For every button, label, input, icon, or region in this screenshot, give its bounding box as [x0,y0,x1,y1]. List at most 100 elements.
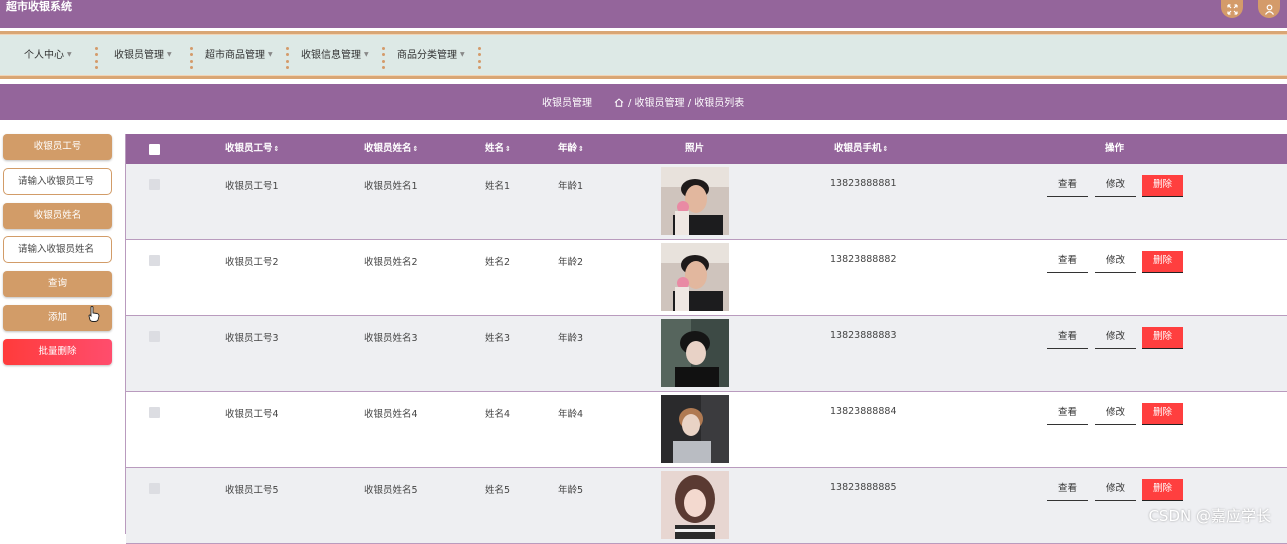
breadcrumb-bar: 收银员管理 / 收银员管理 / 收银员列表 [0,84,1287,120]
table-header: 收银员工号⇕ 收银员姓名⇕ 姓名⇕ 年龄⇕ 照片 收银员手机⇕ 操作 [126,134,1287,164]
row-checkbox[interactable] [149,179,160,190]
nav-item-product-management[interactable]: 超市商品管理▼ [205,35,273,75]
column-header-cashier-name[interactable]: 收银员姓名⇕ [364,134,418,164]
batch-delete-button[interactable]: 批量删除 [3,339,112,365]
select-all-checkbox[interactable] [149,144,160,155]
cell-age: 年龄2 [558,254,583,268]
edit-button[interactable]: 修改 [1095,251,1136,273]
cashier-photo [661,395,729,463]
mouse-cursor-icon [88,306,100,325]
nav-separator [477,47,481,69]
cell-name: 姓名4 [485,406,510,420]
expand-icon[interactable] [1221,0,1243,18]
cell-phone: 13823888881 [830,178,897,189]
nav-item-label: 超市商品管理 [205,50,265,61]
sort-icon[interactable]: ⇕ [883,145,889,153]
edit-button[interactable]: 修改 [1095,175,1136,197]
cell-cashier-id: 收银员工号2 [225,254,279,268]
cashier-photo [661,471,729,539]
view-button[interactable]: 查看 [1047,403,1088,425]
cell-cashier-id: 收银员工号3 [225,330,279,344]
chevron-down-icon: ▼ [268,51,273,58]
cell-age: 年龄1 [558,178,583,192]
cell-name: 姓名5 [485,482,510,496]
cashier-id-input[interactable] [3,168,112,195]
cell-phone: 13823888883 [830,330,897,341]
page-title: 收银员管理 [542,84,592,124]
view-button[interactable]: 查看 [1047,175,1088,197]
sort-icon[interactable]: ⇕ [413,145,419,153]
view-button[interactable]: 查看 [1047,327,1088,349]
column-header-phone[interactable]: 收银员手机⇕ [834,134,888,164]
top-nav: 个人中心▼ 收银员管理▼ 超市商品管理▼ 收银信息管理▼ 商品分类管理▼ [0,31,1287,79]
delete-button[interactable]: 删除 [1142,327,1183,349]
table-row: 收银员工号1 收银员姓名1 姓名1 年龄1 13823888881 查看 修改 … [126,164,1287,240]
cell-age: 年龄4 [558,406,583,420]
nav-item-checkout-management[interactable]: 收银信息管理▼ [301,35,369,75]
cell-phone: 13823888885 [830,482,897,493]
cell-name: 姓名1 [485,178,510,192]
watermark: CSDN @嘉应学长 [1148,505,1271,526]
table-row: 收银员工号3 收银员姓名3 姓名3 年龄3 13823888883 查看 修改 … [126,316,1287,392]
edit-button[interactable]: 修改 [1095,403,1136,425]
cell-cashier-id: 收银员工号1 [225,178,279,192]
edit-button[interactable]: 修改 [1095,479,1136,501]
cell-age: 年龄5 [558,482,583,496]
cell-cashier-name: 收银员姓名4 [364,406,418,420]
column-header-age[interactable]: 年龄⇕ [558,134,584,164]
cell-phone: 13823888884 [830,406,897,417]
nav-separator [285,47,289,69]
cell-cashier-name: 收银员姓名2 [364,254,418,268]
view-button[interactable]: 查看 [1047,251,1088,273]
breadcrumb: / 收银员管理 / 收银员列表 [614,84,744,124]
chevron-down-icon: ▼ [67,51,72,58]
nav-separator [381,47,385,69]
query-button[interactable]: 查询 [3,271,112,297]
nav-separator [189,47,193,69]
cashier-name-label: 收银员姓名 [3,203,112,229]
delete-button[interactable]: 删除 [1142,479,1183,501]
user-icon[interactable] [1258,0,1280,18]
cashier-photo [661,243,729,311]
cashier-photo [661,319,729,387]
column-header-name[interactable]: 姓名⇕ [485,134,511,164]
breadcrumb-path[interactable]: / 收银员管理 / 收银员列表 [628,98,744,109]
row-checkbox[interactable] [149,331,160,342]
cell-name: 姓名3 [485,330,510,344]
cell-cashier-id: 收银员工号4 [225,406,279,420]
cashier-photo [661,167,729,235]
app-title: 超市收银系统 [6,0,72,14]
column-header-actions: 操作 [1105,134,1124,164]
cashier-table: 收银员工号⇕ 收银员姓名⇕ 姓名⇕ 年龄⇕ 照片 收银员手机⇕ 操作 收银员工号… [125,134,1287,534]
cashier-id-label: 收银员工号 [3,134,112,160]
view-button[interactable]: 查看 [1047,479,1088,501]
row-checkbox[interactable] [149,407,160,418]
column-header-cashier-id[interactable]: 收银员工号⇕ [225,134,279,164]
cashier-name-input[interactable] [3,236,112,263]
chevron-down-icon: ▼ [364,51,369,58]
cell-phone: 13823888882 [830,254,897,265]
nav-item-cashier-management[interactable]: 收银员管理▼ [114,35,172,75]
table-row: 收银员工号5 收银员姓名5 姓名5 年龄5 13823888885 查看 修改 … [126,468,1287,544]
sort-icon[interactable]: ⇕ [505,145,511,153]
cell-cashier-name: 收银员姓名3 [364,330,418,344]
cell-name: 姓名2 [485,254,510,268]
edit-button[interactable]: 修改 [1095,327,1136,349]
table-row: 收银员工号2 收银员姓名2 姓名2 年龄2 13823888882 查看 修改 … [126,240,1287,316]
cell-age: 年龄3 [558,330,583,344]
sort-icon[interactable]: ⇕ [274,145,280,153]
nav-item-label: 收银员管理 [114,50,164,61]
nav-item-category-management[interactable]: 商品分类管理▼ [397,35,465,75]
chevron-down-icon: ▼ [460,51,465,58]
delete-button[interactable]: 删除 [1142,175,1183,197]
row-checkbox[interactable] [149,255,160,266]
sort-icon[interactable]: ⇕ [578,145,584,153]
nav-item-label: 个人中心 [24,50,64,61]
row-checkbox[interactable] [149,483,160,494]
cell-cashier-id: 收银员工号5 [225,482,279,496]
home-icon[interactable] [614,84,624,124]
delete-button[interactable]: 删除 [1142,403,1183,425]
nav-item-personal-center[interactable]: 个人中心▼ [24,35,72,75]
delete-button[interactable]: 删除 [1142,251,1183,273]
app-header: 超市收银系统 [0,0,1287,28]
